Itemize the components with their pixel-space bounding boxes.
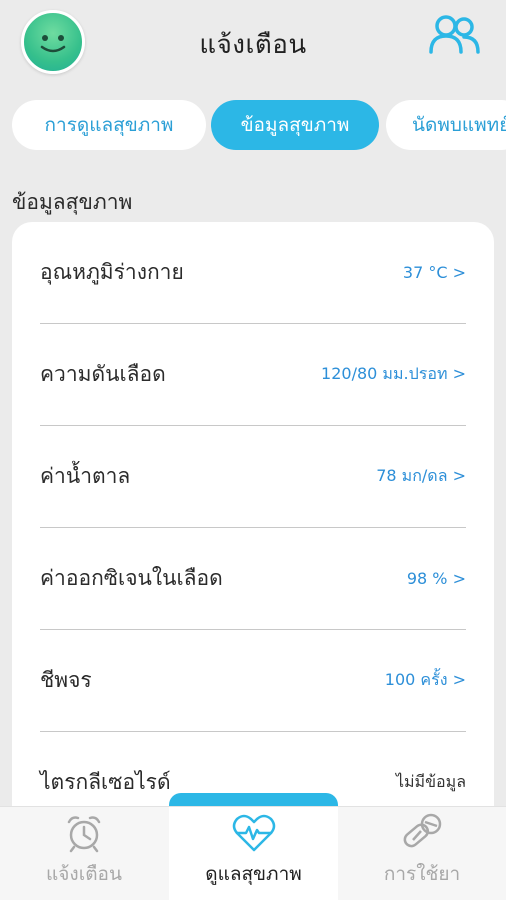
heartbeat-icon	[232, 814, 275, 852]
item-label: ค่าออกซิเจนในเลือด	[40, 566, 223, 590]
item-value: ไม่มีข้อมูล	[395, 772, 466, 791]
alarm-clock-icon	[67, 816, 101, 853]
item-value: 98 % >	[406, 569, 466, 588]
tab-health-data[interactable]: ข้อมูลสุขภาพ	[211, 100, 379, 150]
health-item-blood-oxygen[interactable]: ค่าออกซิเจนในเลือด 98 % >	[40, 528, 466, 630]
item-label: ค่าน้ำตาล	[40, 464, 131, 488]
health-item-pulse[interactable]: ชีพจร 100 ครั้ง >	[40, 630, 466, 732]
nav-item-alerts[interactable]: แจ้งเตือน	[0, 807, 168, 900]
app-header: แจ้งเตือน	[0, 0, 506, 90]
health-data-card: อุณหภูมิร่างกาย 37 °C > ความดันเลือด 120…	[12, 222, 494, 862]
nav-item-health-care[interactable]: ดูแลสุขภาพ	[169, 807, 338, 900]
bottom-nav: แจ้งเตือน ดูแลสุขภาพ การใช้ยา	[0, 806, 506, 900]
health-item-blood-sugar[interactable]: ค่าน้ำตาล 78 มก/ดล >	[40, 426, 466, 528]
pills-icon	[403, 813, 442, 848]
users-icon[interactable]	[428, 12, 482, 56]
item-label: ไตรกลีเซอไรด์	[40, 770, 171, 794]
nav-label: ดูแลสุขภาพ	[205, 863, 302, 885]
item-value: 100 ครั้ง >	[384, 670, 466, 689]
active-tab-indicator	[169, 793, 338, 807]
nav-label: แจ้งเตือน	[46, 863, 122, 885]
item-value: 78 มก/ดล >	[376, 466, 466, 485]
item-value: 37 °C >	[402, 263, 466, 282]
tab-health-care[interactable]: การดูแลสุขภาพ	[12, 100, 206, 150]
item-label: อุณหภูมิร่างกาย	[40, 260, 184, 284]
item-label: ความดันเลือด	[40, 362, 166, 386]
health-item-body-temperature[interactable]: อุณหภูมิร่างกาย 37 °C >	[40, 222, 466, 324]
item-value: 120/80 มม.ปรอท >	[321, 364, 466, 383]
category-tabs: การดูแลสุขภาพ ข้อมูลสุขภาพ นัดพบแพทย์	[0, 100, 506, 152]
nav-label: การใช้ยา	[383, 863, 461, 885]
nav-item-medication[interactable]: การใช้ยา	[338, 807, 506, 900]
section-title: ข้อมูลสุขภาพ	[12, 190, 133, 214]
tab-doctor-appointment[interactable]: นัดพบแพทย์	[386, 100, 506, 150]
item-label: ชีพจร	[40, 668, 92, 692]
health-item-blood-pressure[interactable]: ความดันเลือด 120/80 มม.ปรอท >	[40, 324, 466, 426]
